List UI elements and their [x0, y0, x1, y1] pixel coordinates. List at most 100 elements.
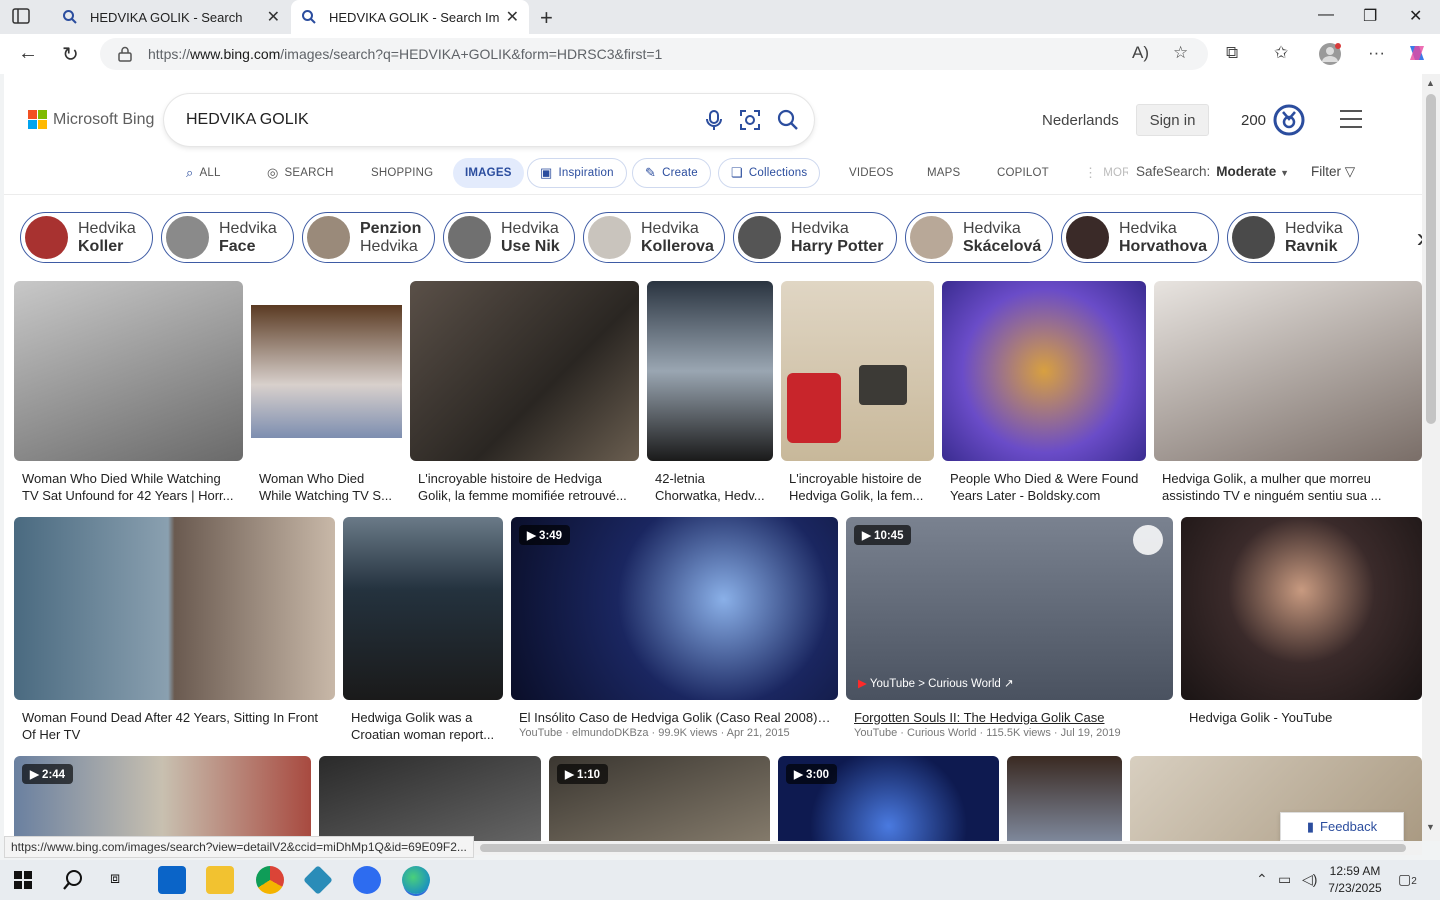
back-icon[interactable]: ← — [18, 42, 38, 65]
sign-in-button[interactable]: Sign in — [1136, 104, 1209, 136]
video-source[interactable]: ▶ YouTube > Curious World ↗ — [858, 676, 1014, 690]
file-explorer-icon[interactable] — [206, 866, 234, 894]
image-result[interactable]: Hedviga Golik - YouTube — [1181, 517, 1422, 747]
related-pill[interactable]: Hedvika Kollerova — [583, 212, 725, 263]
close-icon[interactable]: ✕ — [506, 7, 519, 27]
task-view-icon[interactable]: ⧈ — [110, 870, 120, 888]
search-icon[interactable] — [776, 108, 800, 132]
image-result[interactable]: People Who Died & Were Found Years Later… — [942, 281, 1146, 511]
result-thumbnail[interactable] — [14, 281, 243, 461]
image-result[interactable]: Hedviga Golik, a mulher que morreu assis… — [1154, 281, 1422, 511]
video-result[interactable]: ▶ 3:00 — [778, 756, 999, 841]
app-icon[interactable] — [303, 865, 333, 895]
result-thumbnail[interactable] — [14, 517, 335, 700]
related-pill[interactable]: Hedvika Koller — [20, 212, 153, 263]
result-caption[interactable]: Hedviga Golik, a mulher que morreu assis… — [1162, 470, 1414, 504]
network-icon[interactable]: ▭ — [1278, 871, 1291, 888]
result-thumbnail[interactable] — [343, 517, 503, 700]
microphone-icon[interactable] — [702, 108, 726, 132]
scroll-thumb[interactable] — [480, 844, 1406, 852]
result-thumbnail[interactable]: ▶ 1:10 — [549, 756, 770, 841]
language-link[interactable]: Nederlands — [1042, 112, 1119, 129]
window-close-icon[interactable]: ✕ — [1409, 6, 1422, 26]
minimize-icon[interactable]: — — [1318, 6, 1334, 24]
scope-create[interactable]: ✎ Create — [632, 158, 711, 188]
result-thumbnail[interactable] — [1007, 756, 1122, 841]
result-caption[interactable]: L'incroyable histoire de Hedviga Golik, … — [418, 470, 633, 504]
image-result[interactable]: Hedwiga Golik was a Croatian woman repor… — [343, 517, 503, 747]
lock-icon[interactable] — [118, 46, 132, 62]
filter-button[interactable]: Filter ▽ — [1311, 164, 1355, 180]
result-thumbnail[interactable]: ▶ 3:49 — [511, 517, 838, 700]
related-pill[interactable]: Penzion Hedvika — [302, 212, 435, 263]
scope-more[interactable]: ⋮ MORE — [1084, 158, 1128, 188]
scope-copilot[interactable]: COPILOT — [997, 158, 1049, 188]
result-thumbnail[interactable] — [781, 281, 934, 461]
related-pill[interactable]: Hedvika Face — [161, 212, 294, 263]
result-thumbnail[interactable] — [319, 756, 541, 841]
result-thumbnail[interactable] — [251, 281, 402, 461]
rewards-points[interactable]: 200 — [1241, 112, 1266, 129]
video-result[interactable]: ▶ 2:44 — [14, 756, 311, 841]
result-thumbnail[interactable]: ▶ 2:44 — [14, 756, 311, 841]
more-options-icon[interactable]: ··· — [1368, 43, 1385, 63]
feedback-button[interactable]: ▮ Feedback — [1280, 812, 1404, 841]
notification-icon[interactable]: ▢2 — [1398, 871, 1417, 888]
tab-bing-images[interactable]: HEDVIKA GOLIK - Search Images ✕ — [291, 0, 529, 34]
extensions-icon[interactable]: ⧉ — [1226, 43, 1238, 63]
related-pill[interactable]: Hedvika Horvathova — [1061, 212, 1219, 263]
result-thumbnail[interactable]: ▶ 10:45 ▶ YouTube > Curious World ↗ — [846, 517, 1173, 700]
result-thumbnail[interactable] — [1154, 281, 1422, 461]
image-result[interactable]: L'incroyable histoire de Hedviga Golik, … — [781, 281, 934, 511]
menu-icon[interactable] — [1340, 110, 1362, 134]
zoom-icon[interactable] — [353, 866, 381, 894]
image-result[interactable]: L'incroyable histoire de Hedviga Golik, … — [410, 281, 639, 511]
scroll-down-icon[interactable]: ▼ — [1426, 822, 1435, 832]
edge-icon[interactable] — [402, 866, 430, 894]
scope-maps[interactable]: MAPS — [927, 158, 960, 188]
result-caption[interactable]: Hedviga Golik - YouTube — [1189, 709, 1414, 726]
bing-logo[interactable]: Microsoft Bing — [28, 110, 154, 129]
related-pill[interactable]: Hedvika Ravnik — [1227, 212, 1359, 263]
windows-start-icon[interactable] — [14, 871, 32, 889]
scope-videos[interactable]: VIDEOS — [849, 158, 894, 188]
related-pill[interactable]: Hedvika Skácelová — [905, 212, 1053, 263]
result-thumbnail[interactable] — [1181, 517, 1422, 700]
result-thumbnail[interactable] — [410, 281, 639, 461]
result-caption[interactable]: 42-letnia Chorwatka, Hedv... — [655, 470, 767, 504]
scope-search[interactable]: ◎ SEARCH — [267, 158, 334, 188]
read-aloud-icon[interactable]: A) — [1132, 43, 1149, 63]
result-caption[interactable]: El Insólito Caso de Hedviga Golik (Caso … — [519, 709, 832, 726]
scope-images[interactable]: IMAGES — [453, 158, 524, 188]
chrome-icon[interactable] — [256, 866, 284, 894]
visual-search-icon[interactable] — [738, 108, 762, 132]
new-tab-icon[interactable]: + — [540, 5, 553, 31]
image-result[interactable]: Woman Found Dead After 42 Years, Sitting… — [14, 517, 335, 747]
scope-collections[interactable]: ❏ Collections — [718, 158, 821, 188]
chevron-right-icon[interactable]: › — [1382, 212, 1422, 264]
rewards-medal-icon[interactable] — [1273, 104, 1305, 136]
vertical-scrollbar[interactable]: ▲ ▼ — [1422, 74, 1440, 841]
image-result[interactable]: 42-letnia Chorwatka, Hedv... — [647, 281, 773, 511]
scope-shopping[interactable]: SHOPPING — [371, 158, 433, 188]
tab-actions-icon[interactable] — [12, 8, 30, 24]
result-thumbnail[interactable] — [942, 281, 1146, 461]
result-caption[interactable]: People Who Died & Were Found Years Later… — [950, 470, 1140, 504]
result-caption[interactable]: Woman Who Died While Watching TV Sat Unf… — [22, 470, 237, 504]
url-field[interactable]: https://www.bing.com/images/search?q=HED… — [100, 38, 1208, 70]
taskbar-clock[interactable]: 12:59 AM 7/23/2025 — [1322, 863, 1388, 897]
tab-bing-search[interactable]: HEDVIKA GOLIK - Search ✕ — [52, 0, 290, 34]
refresh-icon[interactable]: ↻ — [62, 42, 79, 67]
close-icon[interactable]: ✕ — [267, 7, 280, 27]
result-caption[interactable]: Woman Who Died While Watching TV S... — [259, 470, 396, 504]
result-caption[interactable]: Woman Found Dead After 42 Years, Sitting… — [22, 709, 327, 743]
copilot-icon[interactable] — [1406, 42, 1428, 64]
image-result[interactable] — [319, 756, 541, 841]
favorites-icon[interactable]: ✩ — [1274, 43, 1288, 63]
scope-all[interactable]: ⌕ ALL — [186, 158, 221, 188]
scroll-thumb[interactable] — [1426, 94, 1436, 424]
video-result[interactable]: ▶ 3:49 El Insólito Caso de Hedviga Golik… — [511, 517, 838, 747]
result-caption[interactable]: L'incroyable histoire de Hedviga Golik, … — [789, 470, 928, 504]
result-thumbnail[interactable] — [647, 281, 773, 461]
scroll-up-icon[interactable]: ▲ — [1426, 78, 1435, 88]
